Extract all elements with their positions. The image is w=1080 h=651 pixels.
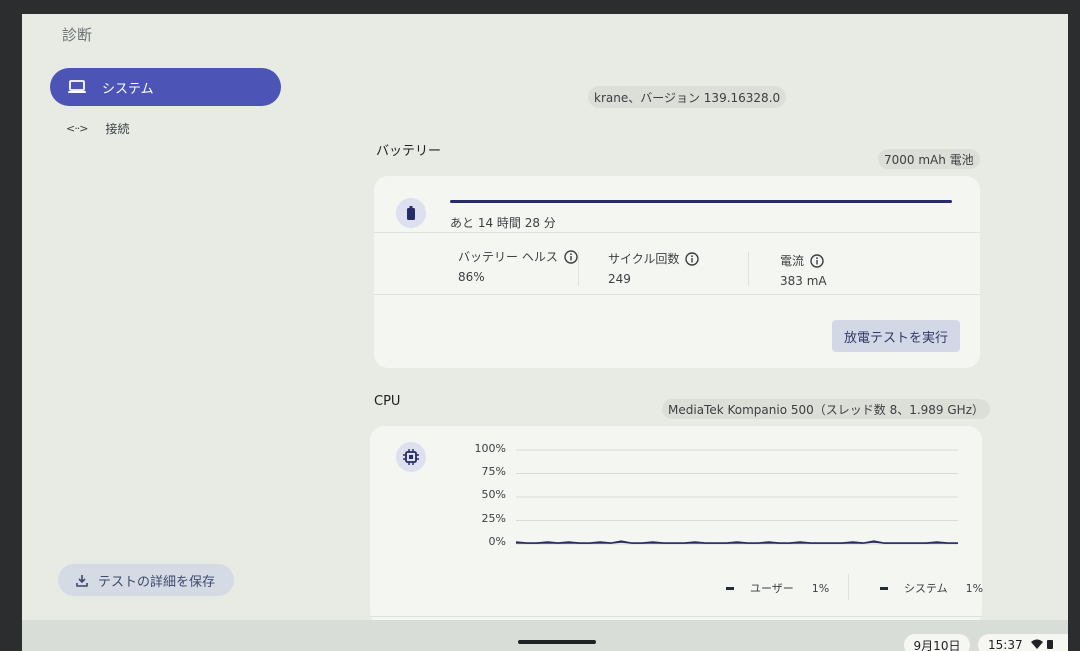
sidebar-item-system[interactable]: システム xyxy=(50,68,281,106)
clock-time: 15:37 xyxy=(988,638,1023,651)
legend-system-value: 1% xyxy=(965,581,984,595)
laptop-icon xyxy=(68,80,86,94)
legend-user-value: 1% xyxy=(811,581,830,595)
save-button-label: テストの詳細を保存 xyxy=(98,574,216,590)
download-icon xyxy=(76,574,88,587)
status-area[interactable]: 15:37 xyxy=(978,634,1068,651)
battery-charge-bar xyxy=(450,200,952,203)
current-label: 電流 xyxy=(780,252,824,269)
current-value: 383 mA xyxy=(780,274,827,288)
sidebar-item-connection[interactable]: <··> 接続 xyxy=(66,120,129,137)
home-gesture-bar[interactable] xyxy=(518,640,596,644)
app-title: 診断 xyxy=(62,26,93,44)
cpu-info-chip: MediaTek Kompanio 500（スレッド数 8、1.989 GHz） xyxy=(662,399,990,419)
current-text: 電流 xyxy=(780,254,805,268)
series-line-user xyxy=(515,540,958,544)
cycle-count-label: サイクル回数 xyxy=(608,250,700,267)
version-chip: krane、バージョン 139.16328.0 xyxy=(588,86,787,108)
legend-user: ユーザー 1% xyxy=(726,580,829,596)
battery-icon xyxy=(396,198,426,228)
battery-status-icon xyxy=(1046,638,1053,651)
cpu-card: 100% 75% 50% 25% 0% ユーザー 1% システム 1% xyxy=(370,426,983,626)
cycle-count-text: サイクル回数 xyxy=(608,252,680,266)
divider xyxy=(578,252,579,286)
system-shelf: 9月10日 15:37 xyxy=(22,620,1068,651)
save-test-details-button[interactable]: テストの詳細を保存 xyxy=(58,564,234,596)
battery-card: あと 14 時間 28 分 バッテリー ヘルス 86% サイクル回数 249 電… xyxy=(374,176,980,368)
battery-health-text: バッテリー ヘルス xyxy=(458,250,558,264)
divider xyxy=(748,252,749,286)
connection-arrows-icon: <··> xyxy=(66,122,88,135)
battery-health-value: 86% xyxy=(458,270,485,284)
legend-user-label: ユーザー xyxy=(750,582,794,595)
date-chip[interactable]: 9月10日 xyxy=(904,634,970,651)
cpu-section-title: CPU xyxy=(374,394,401,409)
cpu-usage-chart xyxy=(515,449,958,545)
battery-time-left: あと 14 時間 28 分 xyxy=(450,216,556,230)
diagnostics-window: 診断 システム <··> 接続 テストの詳細を保存 krane、バージョン 13… xyxy=(22,14,1068,651)
sidebar-item-label: システム xyxy=(102,81,154,97)
divider xyxy=(848,574,849,600)
legend-swatch xyxy=(880,586,888,590)
legend-system: システム 1% xyxy=(880,580,983,596)
battery-health-label: バッテリー ヘルス xyxy=(458,248,578,265)
battery-section-title: バッテリー xyxy=(376,144,442,159)
info-icon[interactable] xyxy=(564,249,578,264)
divider xyxy=(370,616,982,617)
legend-system-label: システム xyxy=(904,582,948,595)
divider xyxy=(374,294,980,295)
battery-capacity-chip: 7000 mAh 電池 xyxy=(878,149,980,169)
info-icon[interactable] xyxy=(810,253,824,268)
cycle-count-value: 249 xyxy=(608,272,631,286)
info-icon[interactable] xyxy=(685,251,700,266)
wifi-icon xyxy=(1030,638,1043,651)
divider xyxy=(374,232,980,233)
legend-swatch xyxy=(726,586,734,590)
sidebar-item-label: 接続 xyxy=(105,122,130,136)
run-discharge-test-button[interactable]: 放電テストを実行 xyxy=(832,320,960,352)
